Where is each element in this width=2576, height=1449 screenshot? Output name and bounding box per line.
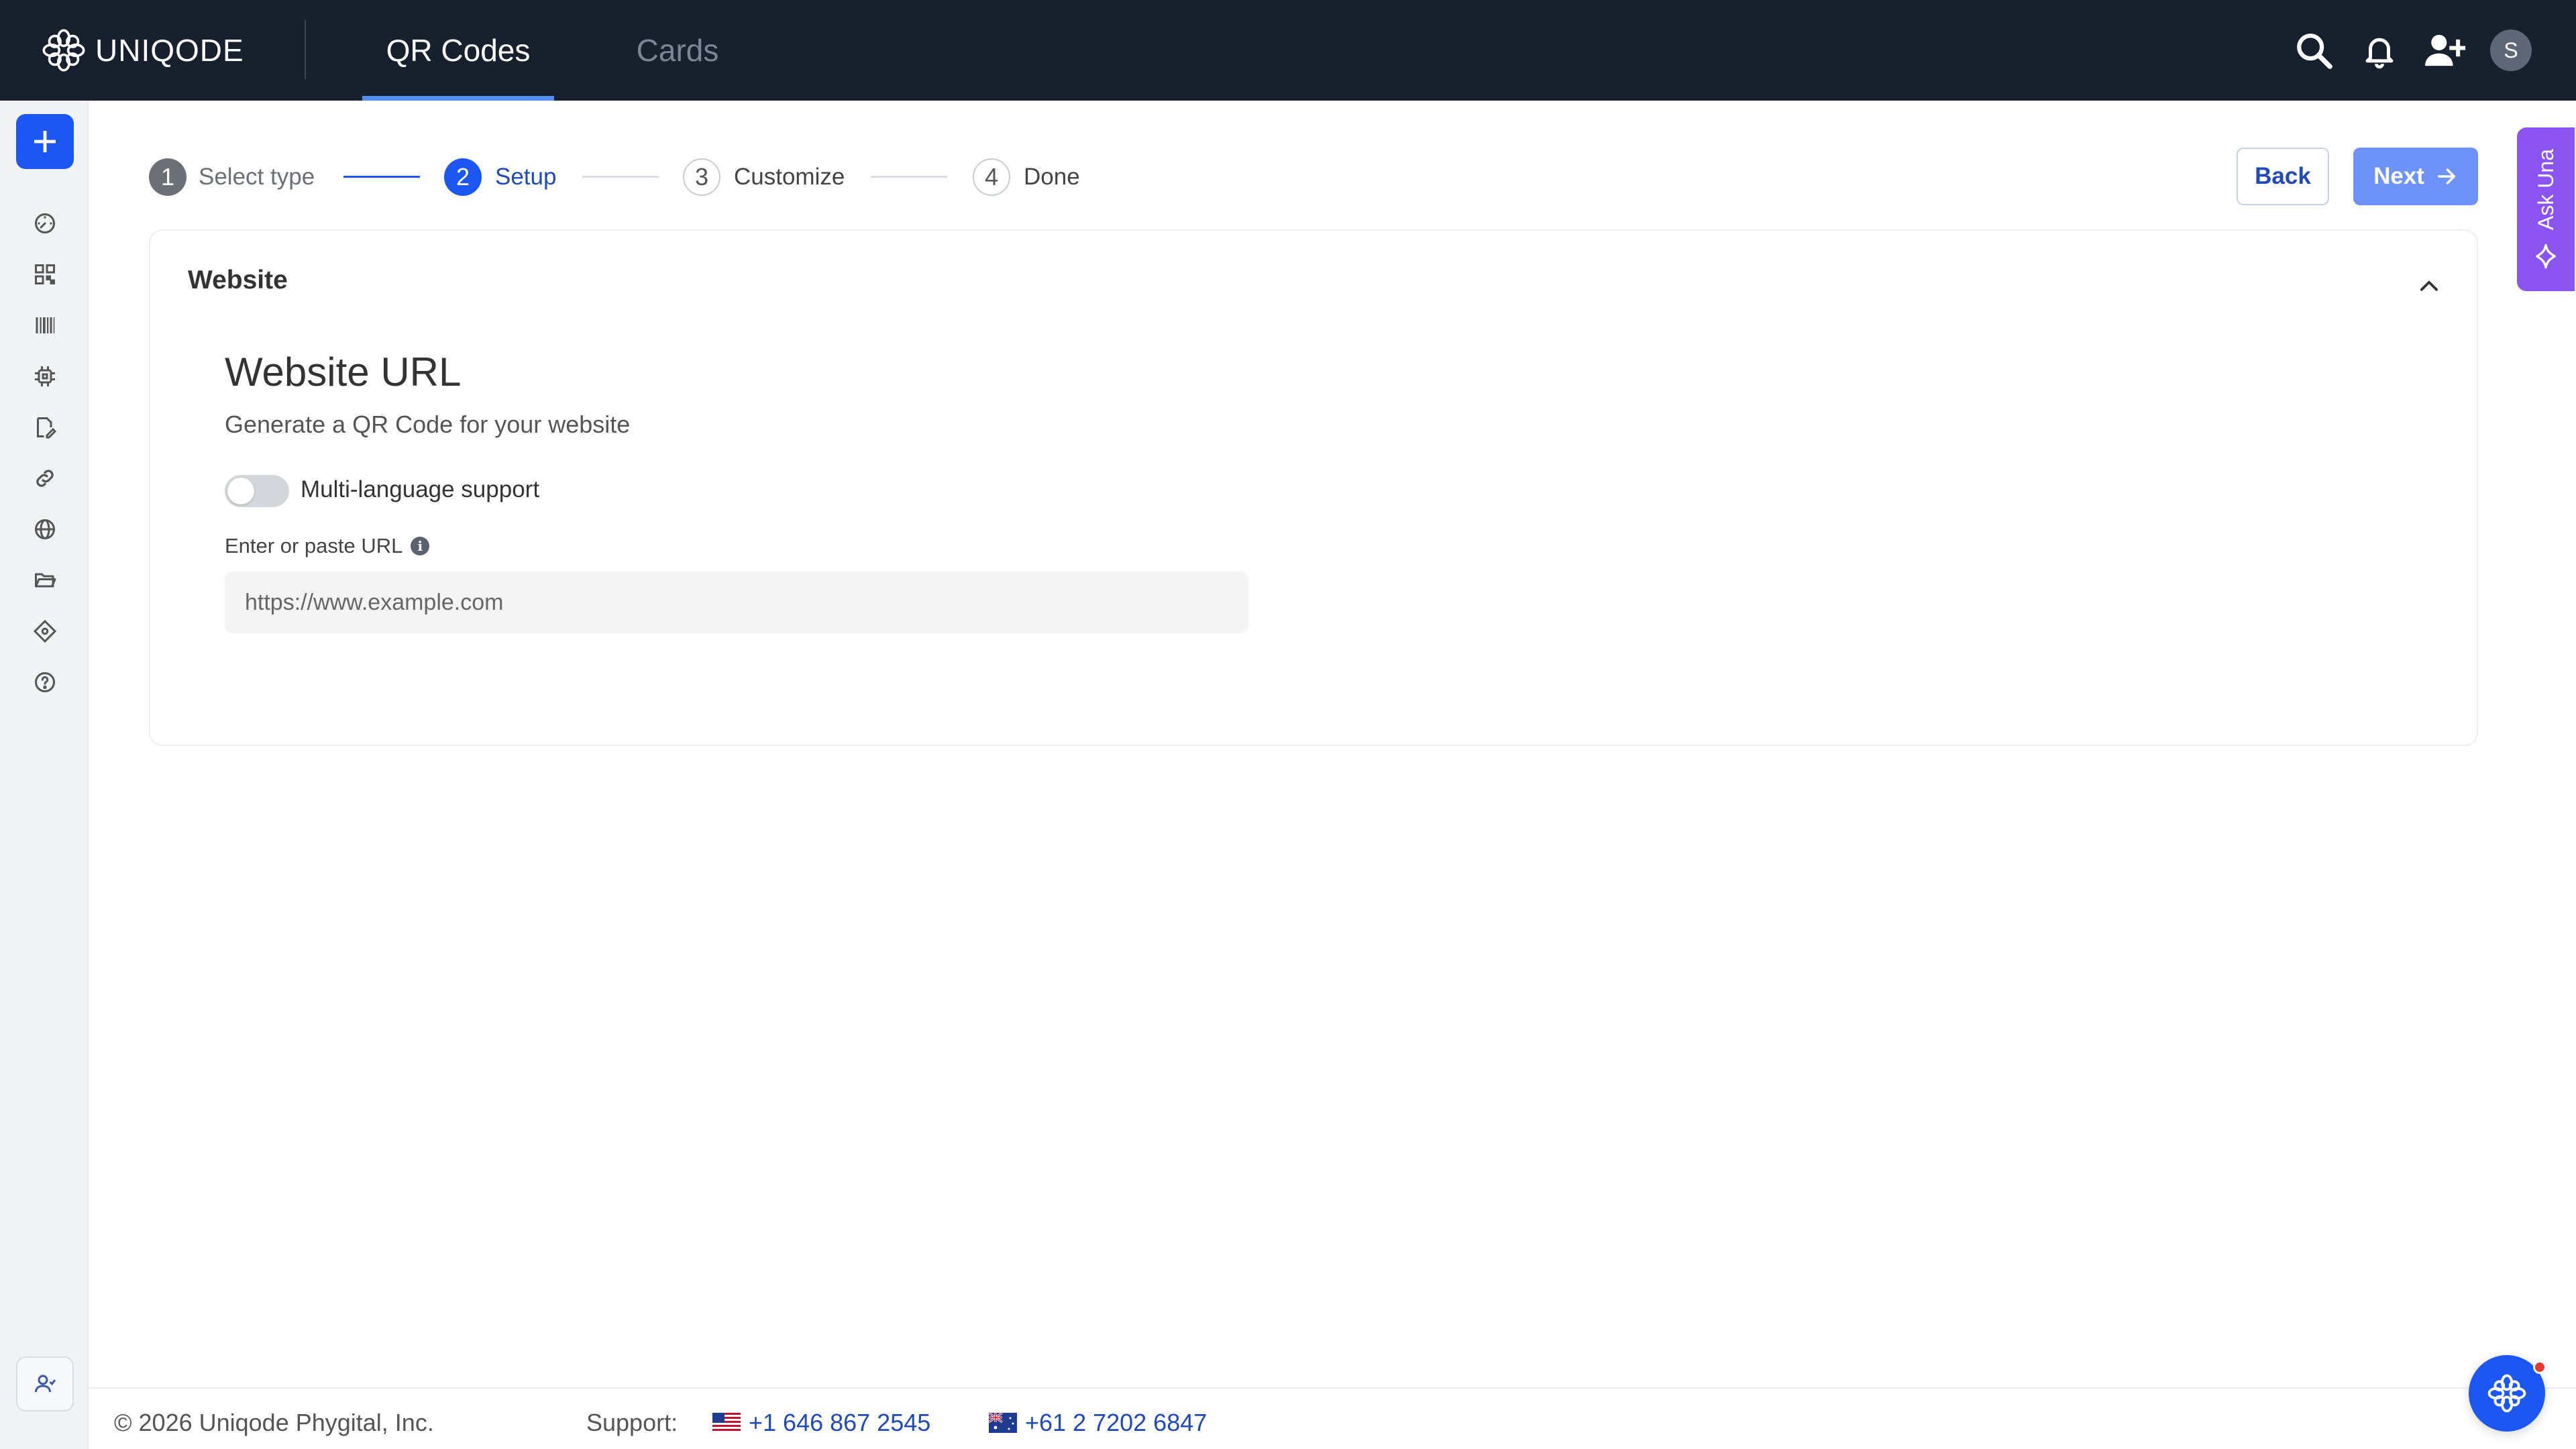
step-2-label: Setup [495,164,557,190]
step-4-number: 4 [984,163,999,191]
bell-icon[interactable] [2357,28,2402,72]
url-field-label: Enter or paste URL i [225,534,430,558]
step-4-circle: 4 [973,158,1010,196]
document-edit-icon[interactable] [27,409,63,445]
sparkle-icon [2536,244,2556,269]
step-1-label[interactable]: Select type [199,160,315,195]
us-flag-icon [712,1413,741,1433]
folder-icon[interactable] [27,562,63,598]
chevron-up-icon[interactable] [2411,268,2447,305]
active-tab-indicator [362,96,554,101]
tab-cards[interactable]: Cards [604,0,751,101]
au-flag-icon [989,1413,1017,1433]
brand-name: UNIQODE [95,33,244,68]
section-title: Website URL [225,350,462,394]
step-1-circle: 1 [149,158,186,196]
url-input[interactable] [225,572,1248,633]
multi-language-label: Multi-language support [301,476,540,502]
multi-language-toggle[interactable] [225,475,289,507]
step-connector-1 [343,176,420,178]
barcode-icon[interactable] [27,307,63,343]
card-title[interactable]: Website [188,266,288,295]
search-icon[interactable] [2292,28,2336,72]
help-icon[interactable] [27,664,63,700]
next-button[interactable]: Next [2353,148,2478,205]
copyright-text: © 2026 Uniqode Phygital, Inc. [114,1409,434,1436]
step-3-label: Customize [734,164,845,190]
ask-una-button[interactable]: Ask Una [2517,127,2575,291]
header-divider [305,20,306,79]
info-icon[interactable]: i [411,537,430,555]
avatar-initial: S [2504,38,2518,62]
step-1-number: 1 [160,163,175,191]
url-field-label-text: Enter or paste URL [225,534,403,557]
globe-icon[interactable] [27,511,63,547]
tab-qr-codes[interactable]: QR Codes [362,0,554,101]
footer-divider [89,1387,2576,1389]
support-phone-us[interactable]: +1 646 867 2545 [712,1409,930,1437]
dashboard-icon[interactable] [27,205,63,241]
next-button-label: Next [2373,163,2424,189]
section-subtitle: Generate a QR Code for your website [225,411,631,438]
tag-icon[interactable] [27,613,63,649]
top-navigation-bar: UNIQODE QR Codes Cards S [0,0,2576,101]
ask-una-label: Ask Una [2533,148,2558,230]
create-new-button[interactable] [16,114,74,169]
notification-dot [2533,1360,2546,1374]
arrow-right-icon [2437,168,2455,184]
step-3-number: 3 [694,163,709,191]
chat-logo-icon [2487,1374,2526,1413]
support-phone-au[interactable]: +61 2 7202 6847 [989,1409,1207,1437]
back-button[interactable]: Back [2237,148,2329,205]
brand-logo[interactable]: UNIQODE [42,27,244,74]
tab-qr-codes-label: QR Codes [386,33,531,68]
uniqode-logo-icon [42,29,85,72]
link-icon[interactable] [27,460,63,496]
plus-icon [34,131,56,152]
step-connector-2 [582,176,659,178]
step-connector-3 [871,176,947,178]
support-label: Support: [586,1409,678,1436]
user-avatar[interactable]: S [2490,30,2532,71]
sidebar [0,101,89,1449]
add-user-icon[interactable] [2423,28,2467,72]
chip-icon[interactable] [27,358,63,394]
step-2-circle: 2 [444,158,482,196]
us-phone-number: +1 646 867 2545 [749,1409,931,1436]
team-button[interactable] [16,1356,74,1411]
qr-code-icon[interactable] [27,256,63,292]
step-2-number: 2 [455,163,470,191]
toggle-knob [227,478,254,504]
au-phone-number: +61 2 7202 6847 [1025,1409,1208,1436]
step-4-label: Done [1024,164,1080,190]
team-icon [35,1375,56,1393]
back-button-label: Back [2255,163,2311,189]
tab-cards-label: Cards [636,33,719,68]
step-3-circle: 3 [683,158,720,196]
